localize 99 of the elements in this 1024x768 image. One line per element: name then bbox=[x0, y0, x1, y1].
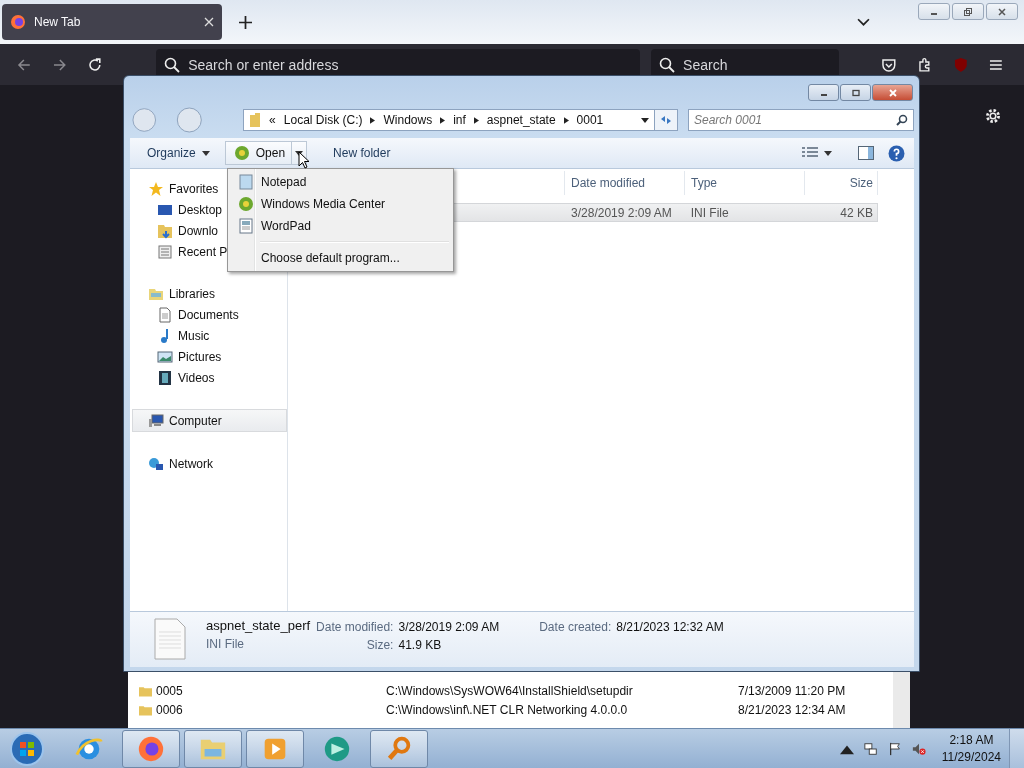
caret-icon[interactable] bbox=[370, 116, 376, 124]
taskbar-button[interactable] bbox=[246, 729, 304, 768]
media-center-icon bbox=[237, 196, 254, 212]
file-name: aspnet_state_perf bbox=[206, 618, 311, 633]
flag-icon[interactable] bbox=[887, 741, 902, 756]
search-icon bbox=[659, 56, 676, 73]
cursor-icon bbox=[298, 151, 310, 169]
taskbar-button[interactable] bbox=[122, 729, 180, 768]
caret-icon[interactable] bbox=[440, 116, 446, 124]
media-center-icon bbox=[233, 145, 250, 161]
breadcrumb[interactable]: aspnet_state bbox=[486, 113, 556, 127]
nav-item[interactable]: Network bbox=[130, 453, 287, 474]
computer-icon bbox=[148, 412, 164, 429]
folder-icon bbox=[139, 703, 152, 716]
date-text: 7/13/2009 11:20 PM bbox=[738, 683, 846, 698]
search-icon bbox=[164, 56, 181, 73]
document-list-icon bbox=[157, 243, 173, 260]
wordpad-icon bbox=[237, 218, 254, 234]
nav-item[interactable]: Videos bbox=[130, 367, 287, 388]
maximize-button[interactable] bbox=[840, 84, 871, 101]
close-icon[interactable] bbox=[204, 17, 214, 27]
network-icon[interactable] bbox=[863, 741, 878, 756]
minimize-button[interactable] bbox=[808, 84, 839, 101]
reload-icon[interactable] bbox=[87, 56, 104, 73]
address-bar[interactable]: « Local Disk (C:) Windows inf aspnet_state 0001 bbox=[243, 109, 656, 131]
document-icon bbox=[157, 306, 173, 323]
minimize-button[interactable] bbox=[918, 3, 950, 20]
nav-item[interactable]: Computer bbox=[132, 409, 287, 432]
notepad-icon bbox=[237, 174, 254, 190]
field-value: 41.9 KB bbox=[398, 638, 442, 652]
firefox-icon bbox=[10, 14, 26, 30]
address-field[interactable]: Search or enter address bbox=[188, 52, 635, 77]
start-button[interactable] bbox=[9, 730, 45, 767]
nav-item[interactable]: Libraries bbox=[130, 283, 287, 304]
breadcrumb[interactable]: 0001 bbox=[576, 113, 604, 127]
preview-pane-icon[interactable] bbox=[858, 146, 874, 160]
breadcrumb[interactable]: inf bbox=[453, 113, 466, 127]
nav-item[interactable]: Pictures bbox=[130, 346, 287, 367]
column-header[interactable]: Type bbox=[685, 171, 805, 195]
folder-icon bbox=[139, 684, 152, 697]
menu-item[interactable]: Notepad bbox=[230, 171, 451, 193]
scrollbar[interactable] bbox=[893, 672, 910, 728]
speaker-muted-icon[interactable] bbox=[911, 741, 926, 756]
folder-icon bbox=[157, 222, 173, 239]
breadcrumb[interactable]: Windows bbox=[383, 113, 433, 127]
field-label: Date created: bbox=[539, 620, 612, 634]
pocket-icon[interactable] bbox=[881, 56, 897, 73]
folder-name: 0006 bbox=[156, 702, 184, 717]
minimize-icon bbox=[820, 93, 827, 96]
file-type: INI File bbox=[206, 637, 245, 651]
star-icon bbox=[148, 180, 164, 197]
column-header[interactable]: Size bbox=[803, 171, 878, 195]
minimize-icon bbox=[931, 12, 937, 15]
folder-name: 0005 bbox=[156, 683, 184, 698]
caret-icon bbox=[201, 150, 210, 156]
folder-path: C:\Windows\inf\.NET CLR Networking 4.0.0.0 bbox=[386, 702, 629, 717]
restore-icon bbox=[963, 6, 973, 17]
caret-icon[interactable] bbox=[563, 116, 569, 124]
field-value: 3/28/2019 2:09 AM bbox=[398, 620, 500, 634]
search-field[interactable]: Search 0001 bbox=[688, 109, 914, 131]
document-icon bbox=[154, 618, 186, 660]
settings-icon[interactable] bbox=[984, 107, 1002, 125]
close-icon bbox=[887, 87, 898, 98]
help-icon[interactable] bbox=[888, 144, 905, 162]
field-label: Date modified: bbox=[316, 620, 394, 634]
field-value: 8/21/2023 12:32 AM bbox=[616, 620, 724, 634]
refresh-button[interactable] bbox=[655, 109, 678, 131]
close-button[interactable] bbox=[986, 3, 1018, 20]
restore-button[interactable] bbox=[952, 3, 984, 20]
column-header[interactable]: Date modified bbox=[565, 171, 685, 195]
folder-path: C:\Windows\SysWOW64\InstallShield\setupdir bbox=[386, 683, 634, 698]
organize-button[interactable]: Organize bbox=[138, 141, 219, 165]
taskbar-button[interactable] bbox=[370, 729, 428, 768]
caret-icon[interactable] bbox=[473, 116, 479, 124]
search-icon bbox=[896, 114, 908, 126]
browser-tab[interactable]: New Tab bbox=[2, 4, 222, 40]
field-label: Size: bbox=[366, 638, 394, 652]
nav-item[interactable]: Documents bbox=[130, 304, 287, 325]
maximize-icon bbox=[850, 87, 861, 98]
open-button[interactable]: Open bbox=[224, 141, 293, 165]
view-options-icon[interactable] bbox=[802, 146, 818, 160]
close-button[interactable] bbox=[872, 84, 913, 101]
nav-item[interactable]: Music bbox=[130, 325, 287, 346]
film-icon bbox=[157, 369, 173, 386]
new-tab-icon[interactable] bbox=[239, 15, 252, 29]
picture-icon bbox=[157, 348, 173, 365]
overflow-chevron[interactable]: « bbox=[269, 113, 276, 127]
dropdown-icon[interactable] bbox=[641, 117, 650, 123]
breadcrumb[interactable]: Local Disk (C:) bbox=[283, 113, 363, 127]
new-folder-button[interactable]: New folder bbox=[324, 141, 400, 165]
close-icon bbox=[997, 6, 1007, 17]
date-text: 8/21/2023 12:34 AM bbox=[738, 702, 846, 717]
folder-icon bbox=[249, 112, 262, 128]
network-icon bbox=[148, 455, 164, 472]
menu-item[interactable]: Choose default program... bbox=[230, 247, 451, 269]
taskbar-button[interactable] bbox=[184, 729, 242, 768]
dropdown-icon[interactable] bbox=[824, 150, 832, 156]
chevron-down-icon[interactable] bbox=[857, 17, 870, 27]
clock[interactable]: 2:18 AM 11/29/2024 bbox=[941, 731, 1001, 766]
